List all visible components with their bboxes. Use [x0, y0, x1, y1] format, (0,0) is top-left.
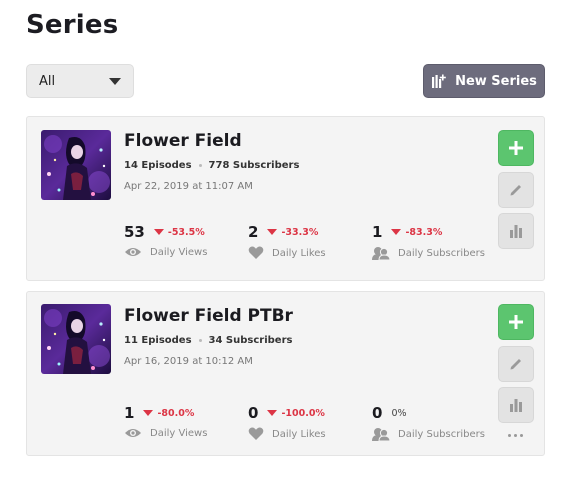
episode-count: 14 Episodes [124, 160, 192, 171]
stat-daily-likes: 2 -33.3% Daily Likes [248, 223, 326, 260]
users-icon [372, 247, 390, 260]
stat-value: 0 [372, 404, 383, 422]
stat-value: 1 [124, 404, 135, 422]
down-arrow-icon [267, 410, 278, 416]
series-title[interactable]: Flower Field [124, 131, 242, 151]
bar-chart-icon [510, 225, 522, 238]
series-stats-button[interactable] [498, 387, 534, 423]
heart-icon [248, 427, 264, 440]
down-arrow-icon [267, 229, 278, 235]
stat-change: -80.0% [143, 408, 194, 419]
filter-selected-value: All [39, 73, 56, 89]
plus-icon [509, 315, 523, 329]
stat-change: -53.5% [153, 227, 205, 238]
stat-label: Daily Likes [272, 428, 326, 440]
add-series-icon [432, 74, 446, 88]
series-card: Flower Field PTBr 11 Episodes 34 Subscri… [26, 291, 545, 456]
edit-series-button[interactable] [498, 172, 534, 208]
stat-value: 0 [248, 404, 259, 422]
stat-label: Daily Subscribers [398, 247, 485, 259]
stat-change: -83.3% [391, 227, 442, 238]
new-series-label: New Series [455, 73, 537, 89]
stat-change: -100.0% [267, 408, 325, 419]
add-episode-button[interactable] [498, 130, 534, 166]
series-card: Flower Field 14 Episodes 778 Subscribers… [26, 116, 545, 281]
add-episode-button[interactable] [498, 304, 534, 340]
series-cover-image[interactable] [41, 130, 111, 200]
down-arrow-icon [153, 229, 164, 235]
page-title: Series [26, 10, 119, 40]
stat-value: 1 [372, 223, 383, 241]
pencil-icon [510, 185, 521, 196]
stat-daily-views: 1 -80.0% Daily Views [124, 404, 207, 439]
edit-series-button[interactable] [498, 346, 534, 382]
stat-label: Daily Subscribers [398, 428, 485, 440]
series-date: Apr 22, 2019 at 11:07 AM [124, 181, 253, 192]
separator-dot [198, 164, 202, 167]
stat-daily-subscribers: 1 -83.3% Daily Subscribers [372, 223, 485, 260]
subscriber-count: 34 Subscribers [208, 335, 293, 346]
stat-label: Daily Views [150, 427, 208, 439]
series-meta: 14 Episodes 778 Subscribers [124, 160, 299, 171]
heart-icon [248, 246, 264, 259]
stat-daily-views: 53 -53.5% Daily Views [124, 223, 207, 258]
series-filter-select[interactable]: All [26, 64, 134, 98]
plus-icon [509, 141, 523, 155]
eye-icon [125, 429, 141, 437]
more-options-icon[interactable] [508, 434, 523, 437]
stat-label: Daily Views [150, 246, 208, 258]
stat-label: Daily Likes [272, 247, 326, 259]
pencil-icon [510, 359, 521, 370]
eye-icon [125, 248, 141, 256]
series-cover-image[interactable] [41, 304, 111, 374]
separator-dot [198, 339, 202, 342]
stat-daily-likes: 0 -100.0% Daily Likes [248, 404, 326, 441]
bar-chart-icon [510, 399, 522, 412]
users-icon [372, 428, 390, 441]
series-date: Apr 16, 2019 at 10:12 AM [124, 356, 253, 367]
series-title[interactable]: Flower Field PTBr [124, 306, 293, 326]
series-stats-button[interactable] [498, 213, 534, 249]
down-arrow-icon [143, 410, 154, 416]
stat-daily-subscribers: 0 0% Daily Subscribers [372, 404, 485, 441]
subscriber-count: 778 Subscribers [208, 160, 300, 171]
stat-change: -33.3% [267, 227, 318, 238]
stat-value: 53 [124, 223, 145, 241]
stat-change: 0% [391, 407, 407, 419]
stat-value: 2 [248, 223, 259, 241]
series-meta: 11 Episodes 34 Subscribers [124, 335, 292, 346]
down-arrow-icon [391, 229, 402, 235]
chevron-down-icon [109, 78, 121, 85]
episode-count: 11 Episodes [124, 335, 192, 346]
new-series-button[interactable]: New Series [423, 64, 545, 98]
